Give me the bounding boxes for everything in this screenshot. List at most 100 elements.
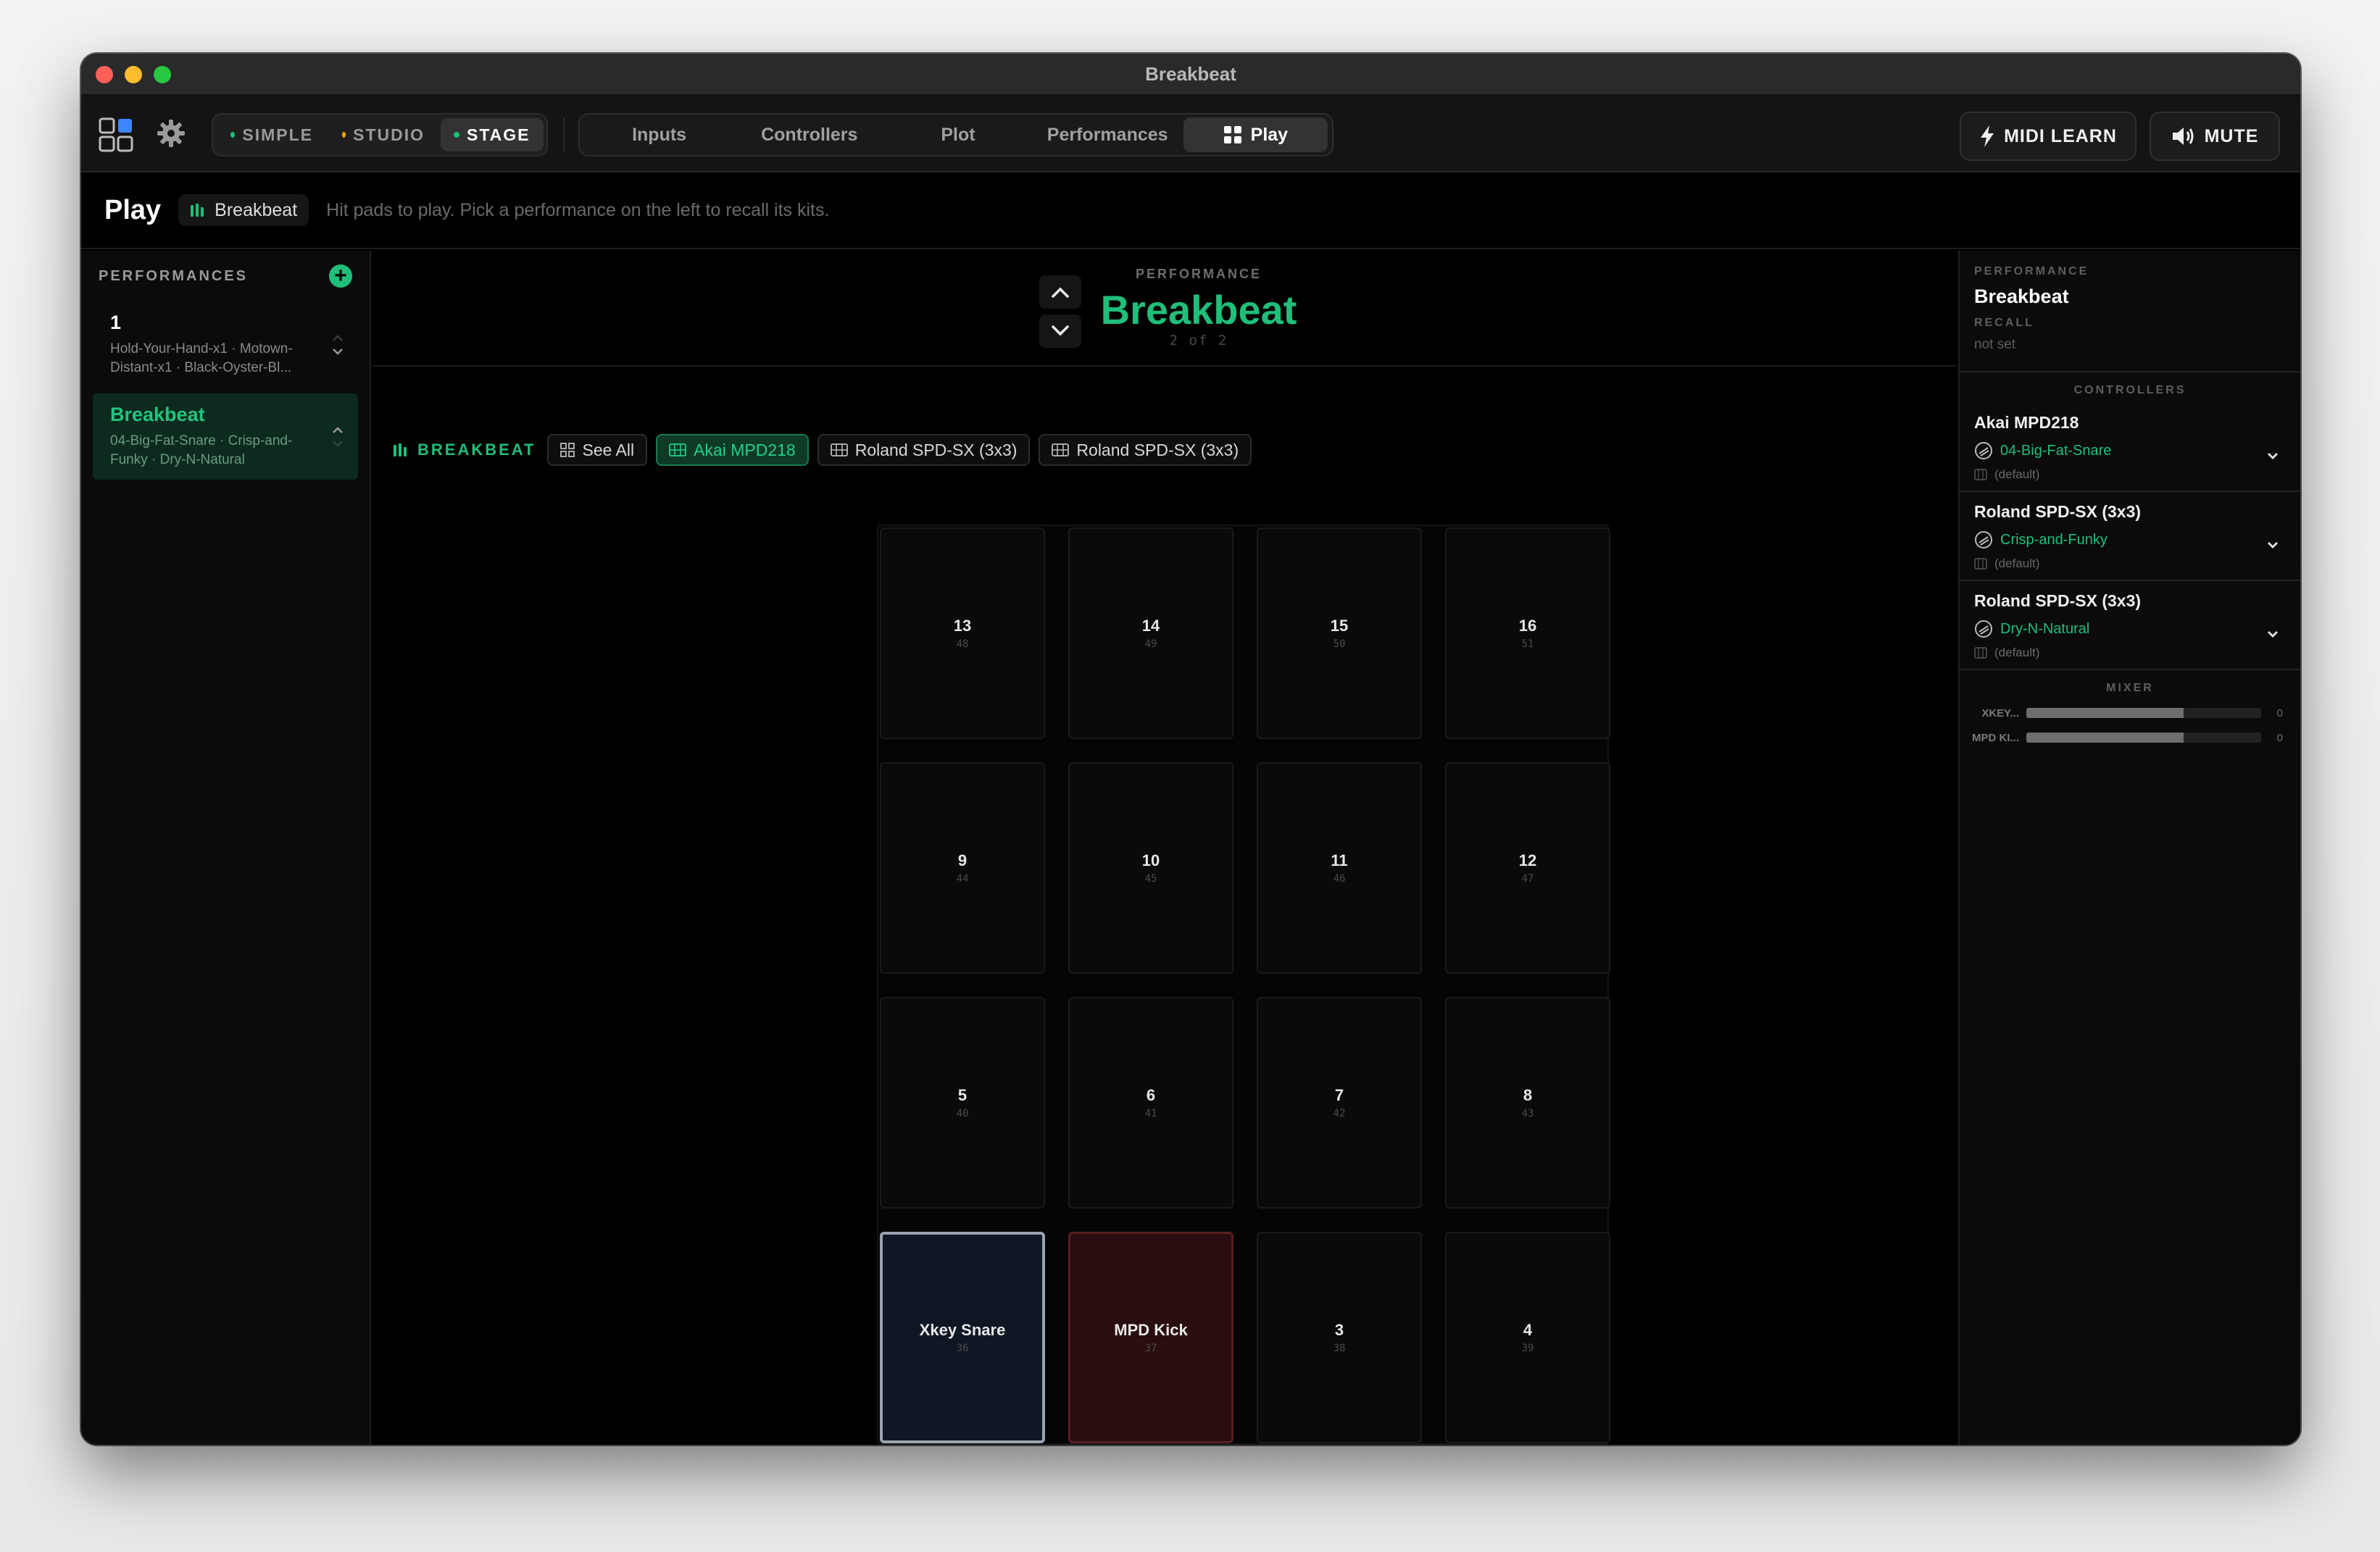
inspector-performance-name: Breakbeat bbox=[1974, 285, 2069, 307]
mode-label: STUDIO bbox=[353, 125, 425, 144]
zoom-window-button[interactable] bbox=[154, 66, 171, 83]
drum-kit-icon bbox=[1975, 531, 1992, 548]
chip-label: Akai MPD218 bbox=[694, 440, 796, 459]
pad-grid-icon bbox=[1052, 443, 1070, 456]
tab-play[interactable]: Play bbox=[1183, 117, 1328, 152]
drum-kit-icon bbox=[1975, 620, 1992, 638]
kit-selector[interactable]: 04-Big-Fat-Snare bbox=[1974, 441, 2286, 460]
tab-label: Controllers bbox=[761, 124, 858, 145]
pad-grid: 13 48 14 49 15 50 16 51 9 44 10 45 11 46 12 47 5 40 6 41 7 42… bbox=[877, 525, 1610, 1445]
midi-learn-button[interactable]: MIDI LEARN bbox=[1960, 112, 2136, 161]
midi-learn-label: MIDI LEARN bbox=[2004, 125, 2117, 146]
kit-selector[interactable]: Crisp-and-Funky bbox=[1974, 530, 2286, 549]
volume-slider[interactable] bbox=[2026, 708, 2261, 718]
drum-pad[interactable]: 8 43 bbox=[1445, 997, 1610, 1209]
performance-title: Breakbeat bbox=[110, 404, 205, 425]
page-hint: Hit pads to play. Pick a performance on … bbox=[326, 199, 830, 220]
recall-kicker: RECALL bbox=[1974, 317, 2034, 329]
chevron-down-icon[interactable] bbox=[2265, 540, 2280, 550]
pad-note-number: 43 bbox=[1521, 1108, 1534, 1119]
sidebar-item-performance-1[interactable]: 1 Hold-Your-Hand-x1 · Motown-Distant-x1 … bbox=[93, 301, 358, 388]
pad-note-number: 41 bbox=[1144, 1108, 1157, 1119]
mapping-icon bbox=[1974, 558, 1987, 570]
gear-icon[interactable] bbox=[157, 119, 186, 148]
tab-controllers[interactable]: Controllers bbox=[734, 117, 884, 152]
chip-label: Roland SPD-SX (3x3) bbox=[854, 440, 1018, 459]
pad-note-number: 47 bbox=[1521, 873, 1534, 885]
volume-fill bbox=[2026, 708, 2184, 718]
app-window: Breakbeat SIMPLE STUDIO STAGE Inputs Con… bbox=[81, 54, 2300, 1445]
pad-note-number: 50 bbox=[1333, 638, 1346, 650]
title-bar: Breakbeat bbox=[81, 54, 2300, 96]
drum-pad[interactable]: MPD Kick 37 bbox=[1068, 1232, 1233, 1443]
chevron-down-icon bbox=[1052, 325, 1069, 336]
drum-pad[interactable]: 14 49 bbox=[1068, 527, 1233, 739]
drum-pad[interactable]: Xkey Snare 36 bbox=[880, 1232, 1045, 1443]
mode-simple-button[interactable]: SIMPLE bbox=[217, 118, 326, 151]
chevron-down-icon[interactable] bbox=[2265, 629, 2280, 639]
controller-name: Roland SPD-SX (3x3) bbox=[1974, 591, 2142, 610]
controller-card: Roland SPD-SX (3x3) Crisp-and-Funky (def… bbox=[1960, 492, 2300, 581]
chevron-up-icon bbox=[1052, 287, 1069, 298]
chip-label: See All bbox=[582, 440, 635, 459]
pad-label: Xkey Snare bbox=[919, 1321, 1006, 1339]
inspector-performance: PERFORMANCE Breakbeat RECALL not set bbox=[1960, 251, 2300, 372]
see-all-button[interactable]: See All bbox=[547, 434, 648, 466]
next-performance-button[interactable] bbox=[1039, 314, 1081, 348]
mode-studio-button[interactable]: STUDIO bbox=[329, 118, 438, 151]
performance-kicker: PERFORMANCE bbox=[1135, 267, 1262, 281]
tab-inputs[interactable]: Inputs bbox=[584, 117, 734, 152]
performance-display: PERFORMANCE Breakbeat 2 of 2 bbox=[1097, 267, 1300, 349]
chip-label: Breakbeat bbox=[215, 199, 298, 220]
controller-chip-akai-mpd218[interactable]: Akai MPD218 bbox=[656, 434, 809, 466]
previous-performance-button[interactable] bbox=[1039, 275, 1081, 309]
volume-slider[interactable] bbox=[2026, 733, 2261, 743]
pad-note-number: 38 bbox=[1333, 1343, 1346, 1354]
minimize-window-button[interactable] bbox=[125, 66, 142, 83]
performance-header: PERFORMANCE Breakbeat 2 of 2 bbox=[373, 251, 1957, 367]
tab-label: Inputs bbox=[632, 124, 687, 145]
drum-pad[interactable]: 15 50 bbox=[1257, 527, 1422, 739]
waveform-icon bbox=[191, 204, 204, 217]
drum-pad[interactable]: 12 47 bbox=[1445, 762, 1610, 974]
mode-stage-button[interactable]: STAGE bbox=[441, 118, 544, 151]
drum-pad[interactable]: 4 39 bbox=[1445, 1232, 1610, 1443]
tab-performances[interactable]: Performances bbox=[1032, 117, 1183, 152]
drum-pad[interactable]: 16 51 bbox=[1445, 527, 1610, 739]
add-performance-button[interactable]: + bbox=[329, 264, 352, 288]
pad-note-number: 39 bbox=[1521, 1343, 1534, 1354]
drum-pad[interactable]: 13 48 bbox=[880, 527, 1045, 739]
tab-plot[interactable]: Plot bbox=[884, 117, 1031, 152]
sidebar-title: PERFORMANCES bbox=[99, 267, 249, 284]
sidebar-header: PERFORMANCES + bbox=[81, 251, 370, 301]
pad-label: 7 bbox=[1334, 1086, 1344, 1104]
drum-pad[interactable]: 10 45 bbox=[1068, 762, 1233, 974]
toolbar: SIMPLE STUDIO STAGE Inputs Controllers P… bbox=[81, 96, 2300, 172]
controller-card: Roland SPD-SX (3x3) Dry-N-Natural (defau… bbox=[1960, 581, 2300, 670]
pad-note-number: 36 bbox=[956, 1343, 969, 1354]
toolbar-divider bbox=[563, 117, 565, 152]
reorder-icon[interactable] bbox=[329, 330, 346, 359]
mapping-icon bbox=[1974, 647, 1987, 659]
drum-pad[interactable]: 3 38 bbox=[1257, 1232, 1422, 1443]
mute-button[interactable]: MUTE bbox=[2150, 112, 2280, 161]
pad-label: 13 bbox=[953, 617, 972, 635]
status-dot bbox=[342, 132, 346, 138]
app-grid-icon[interactable] bbox=[99, 117, 133, 152]
controller-chip-roland-spd-sx-1[interactable]: Roland SPD-SX (3x3) bbox=[817, 434, 1031, 466]
pad-label: 14 bbox=[1141, 617, 1160, 635]
sidebar-item-breakbeat[interactable]: Breakbeat 04-Big-Fat-Snare · Crisp-and-F… bbox=[93, 393, 358, 480]
mixer-section-header: MIXER bbox=[1960, 670, 2300, 701]
close-window-button[interactable] bbox=[96, 66, 113, 83]
drum-pad[interactable]: 5 40 bbox=[880, 997, 1045, 1209]
drum-pad[interactable]: 9 44 bbox=[880, 762, 1045, 974]
chevron-down-icon[interactable] bbox=[2265, 451, 2280, 461]
kit-selector[interactable]: Dry-N-Natural bbox=[1974, 619, 2286, 638]
pad-grid-icon bbox=[669, 443, 686, 456]
drum-pad[interactable]: 6 41 bbox=[1068, 997, 1233, 1209]
drum-pad[interactable]: 7 42 bbox=[1257, 997, 1422, 1209]
window-title: Breakbeat bbox=[1145, 62, 1236, 85]
drum-pad[interactable]: 11 46 bbox=[1257, 762, 1422, 974]
controller-chip-roland-spd-sx-2[interactable]: Roland SPD-SX (3x3) bbox=[1039, 434, 1252, 466]
reorder-icon[interactable] bbox=[329, 422, 346, 451]
